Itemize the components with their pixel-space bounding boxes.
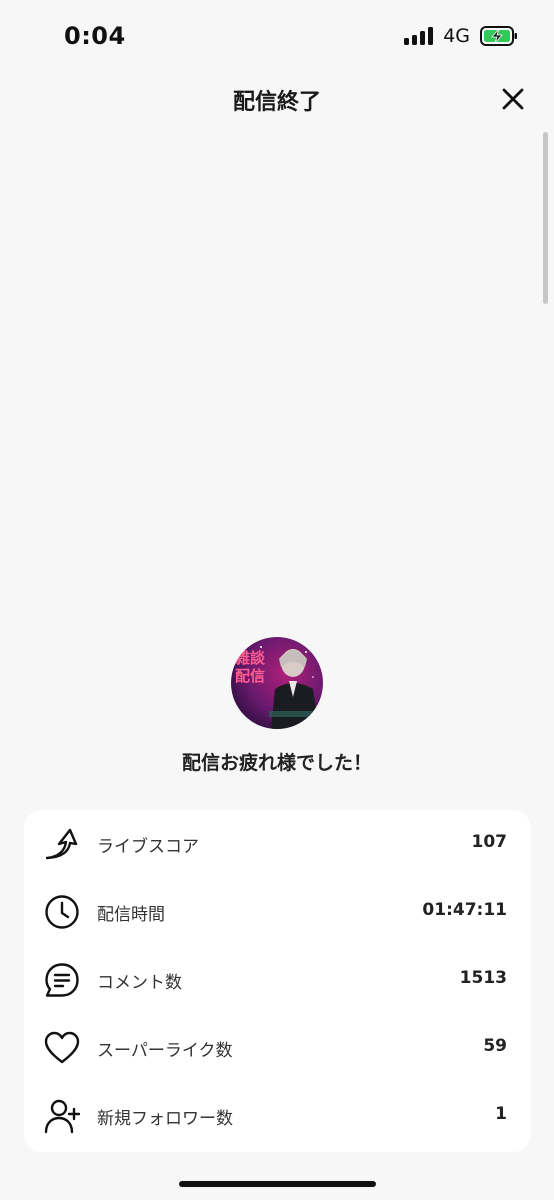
stat-label: コメント数 [97, 973, 182, 993]
stat-row-comments: コメント数 1513 [24, 946, 531, 1014]
stat-label: 配信時間 [97, 905, 165, 925]
page-title: 配信終了 [232, 90, 321, 115]
completion-message: 配信お疲れ様でした！ [181, 752, 372, 774]
navigation-header: 配信終了 [0, 76, 554, 124]
scrollbar[interactable] [543, 132, 548, 304]
close-icon [502, 88, 524, 110]
stat-label: スーパーライク数 [97, 1041, 233, 1061]
stat-label: 新規フォロワー数 [97, 1109, 233, 1129]
stat-value: 01:47:11 [422, 900, 507, 920]
stat-value: 1513 [459, 968, 507, 988]
stat-row-new-followers: 新規フォロワー数 1 [24, 1082, 531, 1150]
avatar: 雑談配信 [231, 637, 323, 729]
comment-icon [44, 962, 80, 998]
stats-card: ライブスコア 107 配信時間 01:47:11 コメント数 1513 スーパー… [24, 810, 531, 1152]
battery-icon [480, 26, 518, 46]
stat-label: ライブスコア [97, 837, 199, 857]
stat-value: 59 [483, 1036, 507, 1056]
home-indicator[interactable] [179, 1181, 376, 1187]
stat-row-live-score: ライブスコア 107 [24, 810, 531, 878]
signal-icon [404, 27, 434, 45]
clock-icon [44, 894, 80, 930]
stat-row-super-likes: スーパーライク数 59 [24, 1014, 531, 1082]
trending-arrow-icon [44, 826, 80, 862]
stat-row-duration: 配信時間 01:47:11 [24, 878, 531, 946]
avatar-overlay-text: 雑談配信 [235, 649, 266, 685]
network-type: 4G [443, 25, 470, 47]
stat-value: 107 [471, 832, 508, 852]
stat-value: 1 [495, 1104, 507, 1124]
status-indicators: 4G [404, 25, 518, 47]
status-bar: 0:04 4G [0, 0, 554, 76]
add-user-icon [44, 1098, 81, 1134]
close-button[interactable] [500, 86, 526, 112]
status-time: 0:04 [64, 22, 126, 50]
heart-icon [44, 1030, 80, 1066]
